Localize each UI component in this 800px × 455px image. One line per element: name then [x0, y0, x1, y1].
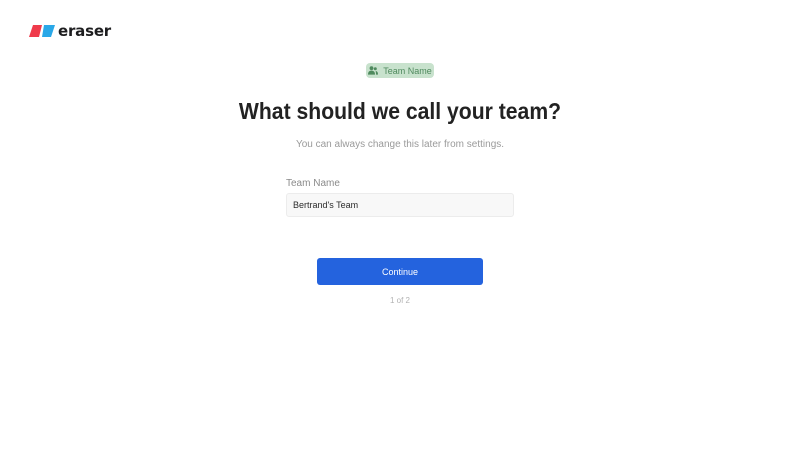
eraser-logo[interactable]: eraser [29, 22, 111, 40]
onboarding-page: eraser Team Name What should we call you… [0, 0, 800, 455]
team-name-input[interactable] [286, 193, 514, 217]
page-title: What should we call your team? [238, 98, 562, 124]
step-badge: Team Name [366, 63, 434, 78]
page-subtitle: You can always change this later from se… [295, 139, 505, 150]
eraser-logo-icon [29, 25, 55, 37]
continue-button[interactable]: Continue [317, 258, 483, 285]
team-users-icon [368, 66, 379, 75]
team-name-label: Team Name [286, 178, 340, 189]
step-indicator: 1 of 2 [389, 296, 410, 305]
brand-name: eraser [58, 22, 111, 40]
step-badge-label: Team Name [383, 65, 432, 76]
